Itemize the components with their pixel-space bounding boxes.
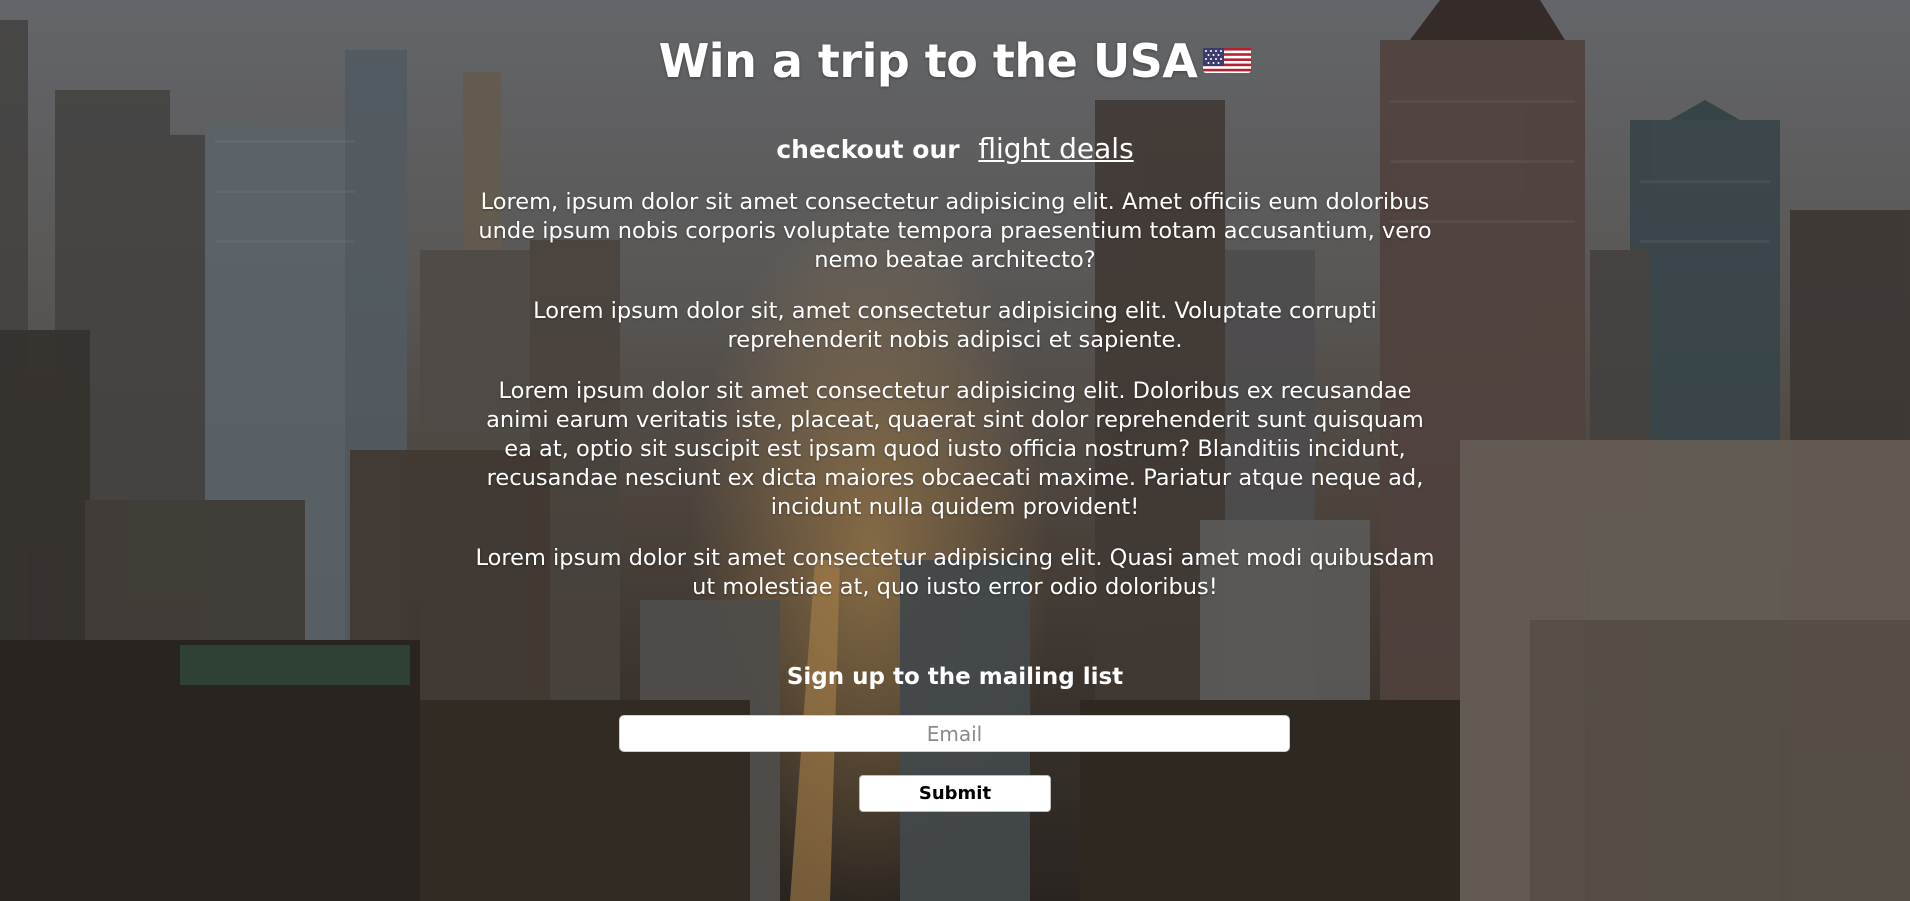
hero-section: Win a trip to the USA checkout our fligh… bbox=[0, 0, 1910, 901]
page-title: Win a trip to the USA bbox=[0, 34, 1910, 88]
paragraph-2: Lorem ipsum dolor sit, amet consectetur … bbox=[533, 298, 1377, 353]
submit-button[interactable]: Submit bbox=[859, 775, 1051, 812]
checkout-text: checkout our bbox=[776, 135, 960, 164]
checkout-line: checkout our flight deals bbox=[0, 132, 1910, 165]
page-title-text: Win a trip to the USA bbox=[658, 34, 1198, 88]
mailing-list-label: Sign up to the mailing list bbox=[786, 664, 1124, 690]
body-text: Lorem, ipsum dolor sit amet consectetur … bbox=[470, 188, 1440, 624]
paragraph-3: Lorem ipsum dolor sit amet consectetur a… bbox=[486, 378, 1424, 520]
paragraph-1: Lorem, ipsum dolor sit amet consectetur … bbox=[478, 189, 1432, 273]
us-flag-icon bbox=[1203, 39, 1252, 73]
email-input[interactable] bbox=[619, 715, 1290, 752]
flight-deals-link[interactable]: flight deals bbox=[978, 132, 1133, 165]
paragraph-4: Lorem ipsum dolor sit amet consectetur a… bbox=[475, 545, 1435, 600]
